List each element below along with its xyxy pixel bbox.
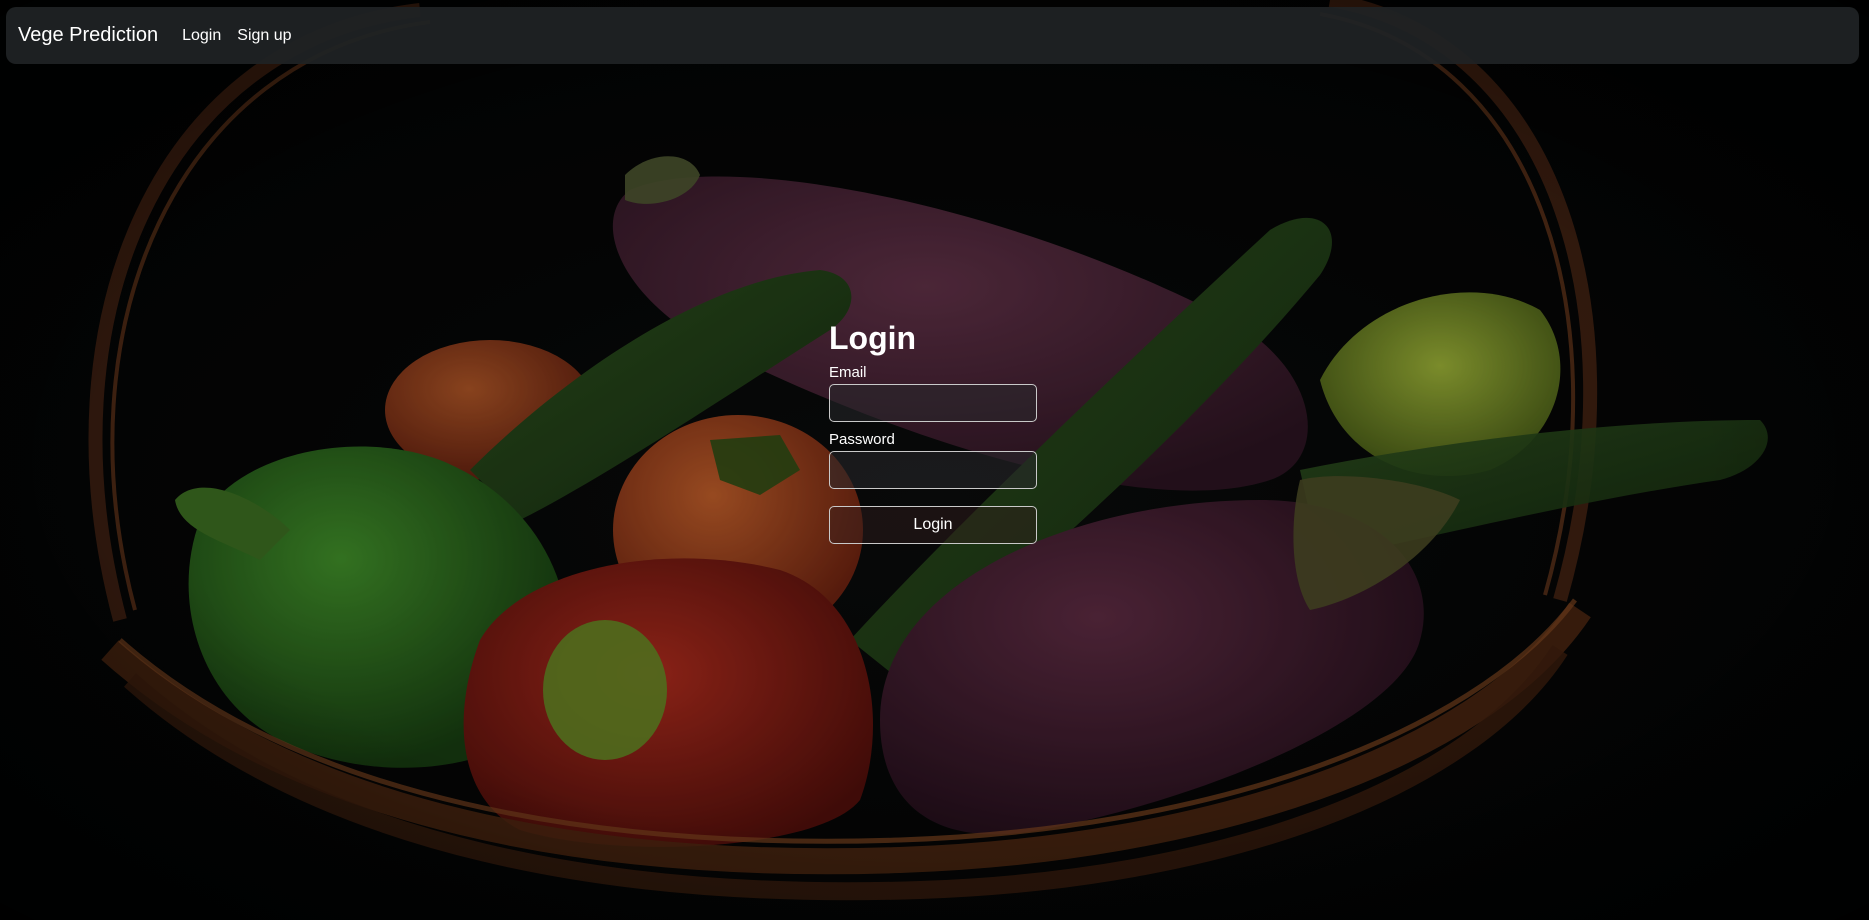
nav-login-link[interactable]: Login — [182, 27, 221, 45]
password-field[interactable] — [829, 451, 1037, 489]
brand-link[interactable]: Vege Prediction — [18, 24, 158, 47]
email-field[interactable] — [829, 384, 1037, 422]
email-label: Email — [829, 364, 867, 381]
password-label: Password — [829, 431, 895, 448]
top-navbar: Vege Prediction Login Sign up — [6, 7, 1859, 64]
nav-signup-link[interactable]: Sign up — [237, 27, 291, 45]
login-submit-button[interactable]: Login — [829, 506, 1037, 544]
login-form: Login Email Password Login — [829, 322, 1037, 544]
login-title: Login — [829, 320, 917, 356]
